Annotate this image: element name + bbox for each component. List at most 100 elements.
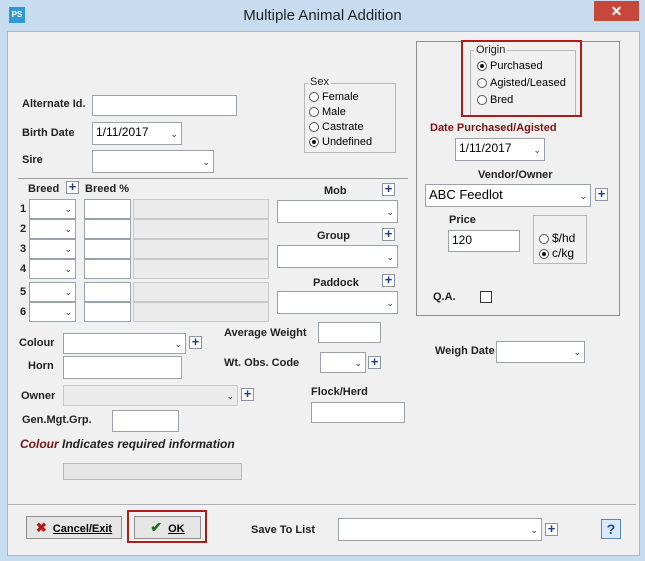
add-breed-button[interactable]: +: [66, 180, 79, 194]
breed-percent-input[interactable]: [84, 219, 131, 239]
add-vendor-button[interactable]: +: [595, 187, 608, 201]
breed-percent-input[interactable]: [84, 199, 131, 219]
colour-select[interactable]: ⌄: [63, 333, 186, 354]
divider: [18, 178, 408, 179]
sex-group-title: Sex: [308, 76, 331, 88]
breed-row-number: 5: [20, 286, 27, 298]
price-label: Price: [449, 214, 476, 226]
paddock-select[interactable]: ⌄: [277, 291, 398, 314]
chevron-down-icon: ⌄: [386, 206, 394, 217]
sex-option[interactable]: Female: [309, 91, 359, 103]
chevron-down-icon: ⌄: [170, 128, 178, 139]
breed-select[interactable]: ⌄: [29, 199, 76, 219]
breed-name-display: [133, 259, 269, 279]
radio-icon: [539, 249, 549, 259]
breed-percent-input[interactable]: [84, 282, 131, 302]
chevron-down-icon: ⌄: [533, 144, 541, 155]
weigh-date-label: Weigh Date: [435, 345, 495, 357]
breed-percent-input[interactable]: [84, 302, 131, 322]
wt-obs-code-label: Wt. Obs. Code: [224, 357, 300, 369]
horn-input[interactable]: [63, 356, 182, 379]
average-weight-input[interactable]: [318, 322, 381, 343]
required-info-note: Colour Indicates required information: [20, 437, 235, 451]
price-unit-option[interactable]: c/kg: [539, 246, 574, 260]
breed-row-number: 4: [20, 263, 27, 275]
alternate-id-input[interactable]: [92, 95, 237, 116]
sex-option[interactable]: Undefined: [309, 136, 372, 148]
group-select[interactable]: ⌄: [277, 245, 398, 268]
alternate-id-label: Alternate Id.: [22, 98, 86, 110]
chevron-down-icon: ⌄: [573, 347, 581, 357]
breed-name-display: [133, 239, 269, 259]
cancel-exit-button[interactable]: ✖ Cancel/Exit: [26, 516, 122, 539]
chevron-down-icon: ⌄: [354, 357, 362, 368]
vendor-owner-value: ABC Feedlot: [429, 187, 503, 202]
breed-row-number: 6: [20, 306, 27, 318]
add-group-button[interactable]: +: [382, 227, 395, 241]
breed-name-display: [133, 302, 269, 322]
sex-option[interactable]: Male: [309, 106, 346, 118]
flock-herd-input[interactable]: [311, 402, 405, 423]
breed-select[interactable]: ⌄: [29, 282, 76, 302]
chevron-down-icon: ⌄: [64, 264, 72, 274]
qa-checkbox[interactable]: [480, 291, 492, 303]
breed-percent-input[interactable]: [84, 239, 131, 259]
origin-highlight-box: [461, 40, 582, 117]
close-button[interactable]: ✕: [594, 1, 639, 21]
date-purchased-label: Date Purchased/Agisted: [430, 122, 557, 134]
chevron-down-icon: ⌄: [226, 390, 234, 401]
add-paddock-button[interactable]: +: [382, 273, 395, 287]
chevron-down-icon: ⌄: [202, 156, 210, 167]
chevron-down-icon: ⌄: [64, 224, 72, 234]
sire-select[interactable]: ⌄: [92, 150, 214, 173]
breed-select[interactable]: ⌄: [29, 239, 76, 259]
birth-date-label: Birth Date: [22, 127, 75, 139]
breed-name-display: [133, 282, 269, 302]
bottom-divider: [8, 504, 636, 505]
mob-label: Mob: [324, 185, 347, 197]
sex-option-label: Undefined: [322, 136, 373, 148]
price-input[interactable]: 120: [448, 230, 520, 252]
date-purchased-picker[interactable]: 1/11/2017 ⌄: [455, 138, 545, 161]
weigh-date-picker[interactable]: ⌄: [496, 341, 585, 363]
progress-bar: [63, 463, 242, 480]
colour-label: Colour: [19, 337, 55, 349]
birth-date-picker[interactable]: 1/11/2017 ⌄: [92, 122, 182, 145]
cancel-x-icon: ✖: [35, 520, 47, 535]
add-colour-button[interactable]: +: [189, 335, 202, 349]
birth-date-value: 1/11/2017: [96, 125, 149, 139]
add-owner-button[interactable]: +: [241, 387, 254, 401]
sex-option-label: Castrate: [322, 121, 364, 133]
gen-mgt-grp-label: Gen.Mgt.Grp.: [22, 414, 92, 426]
title-bar: PS Multiple Animal Addition ✕: [0, 0, 645, 31]
chevron-down-icon: ⌄: [64, 244, 72, 254]
add-mob-button[interactable]: +: [382, 182, 395, 196]
price-unit-option[interactable]: $/hd: [539, 231, 575, 245]
breed-percent-label: Breed %: [85, 183, 130, 195]
wt-obs-code-select[interactable]: ⌄: [320, 352, 366, 373]
radio-icon: [309, 92, 319, 102]
gen-mgt-grp-input[interactable]: [112, 410, 179, 432]
breed-select[interactable]: ⌄: [29, 259, 76, 279]
horn-label: Horn: [28, 360, 54, 372]
help-button[interactable]: ?: [601, 519, 621, 539]
breed-percent-input[interactable]: [84, 259, 131, 279]
breed-select[interactable]: ⌄: [29, 302, 76, 322]
vendor-owner-select[interactable]: ABC Feedlot ⌄: [425, 184, 591, 207]
breed-row-number: 3: [20, 243, 27, 255]
price-unit-label: $/hd: [552, 231, 576, 245]
chevron-down-icon: ⌄: [64, 287, 72, 297]
save-to-list-select[interactable]: ⌄: [338, 518, 542, 541]
breed-select[interactable]: ⌄: [29, 219, 76, 239]
add-list-button[interactable]: +: [545, 522, 558, 536]
owner-select[interactable]: ⌄: [63, 385, 238, 406]
breed-row-number: 2: [20, 223, 27, 235]
chevron-down-icon: ⌄: [530, 524, 538, 535]
mob-select[interactable]: ⌄: [277, 200, 398, 223]
chevron-down-icon: ⌄: [386, 251, 394, 262]
add-wt-obs-code-button[interactable]: +: [368, 355, 381, 369]
date-purchased-value: 1/11/2017: [459, 141, 512, 155]
radio-icon: [309, 107, 319, 117]
sex-option[interactable]: Castrate: [309, 121, 364, 133]
breed-label: Breed: [28, 183, 60, 195]
